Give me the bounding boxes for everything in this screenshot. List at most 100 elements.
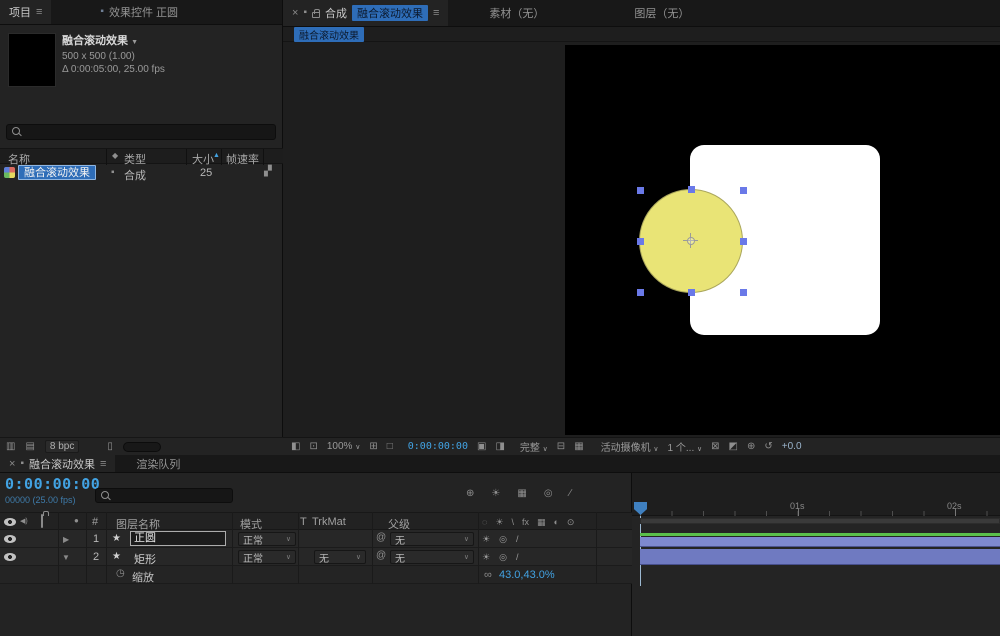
selection-handle[interactable] <box>740 289 747 296</box>
collapse-switch-icon[interactable]: ☀ <box>482 552 490 563</box>
tab-effect-controls[interactable]: ▪ 效果控件 正圆 <box>91 0 187 24</box>
new-folder-icon[interactable]: ▤ <box>25 442 34 452</box>
always-preview-icon[interactable]: ◧ <box>291 442 300 452</box>
panel-menu-icon[interactable]: ≡ <box>433 7 439 19</box>
visibility-toggle-icon[interactable] <box>4 535 16 543</box>
composition-frame[interactable] <box>565 45 1000 435</box>
tab-project[interactable]: 项目 ≡ <box>0 0 51 24</box>
selection-handle[interactable] <box>688 289 695 296</box>
trash-icon[interactable]: ▯ <box>107 442 113 452</box>
tab-timeline-comp[interactable]: × ▪ 融合滚动效果 ≡ <box>0 455 115 472</box>
viewer-timecode[interactable]: 0:00:00:00 <box>408 441 468 452</box>
comp-flowchart-icon[interactable]: ⊕ <box>466 489 474 499</box>
project-search-input[interactable] <box>6 124 276 140</box>
tab-render-queue[interactable]: 渲染队列 <box>127 455 189 472</box>
draft-3d-icon[interactable]: ☀ <box>491 489 500 499</box>
frame-blend-icon[interactable]: ▦ <box>517 489 526 499</box>
reset-exposure-icon[interactable]: ↺ <box>764 442 772 452</box>
column-t[interactable]: T <box>300 516 307 528</box>
tab-composition[interactable]: × ▪ 合成 融合滚动效果 ≡ <box>283 0 448 26</box>
selection-handle[interactable] <box>740 187 747 194</box>
quality-icon[interactable]: \ <box>511 517 514 528</box>
property-value[interactable]: 43.0,43.0% <box>499 569 555 581</box>
exposure-value[interactable]: +0.0 <box>782 441 802 452</box>
main-viewer-icon[interactable]: ⊡ <box>309 442 317 452</box>
snapshot-icon[interactable]: ▣ <box>477 442 486 452</box>
close-icon[interactable]: × <box>9 458 15 470</box>
work-area-bar[interactable] <box>640 518 1000 524</box>
transparency-grid-icon[interactable]: ▦ <box>574 442 583 452</box>
label-swatch-icon[interactable]: ▪ <box>111 168 115 178</box>
tab-layer[interactable]: 图层（无） <box>625 0 698 26</box>
time-ruler[interactable]: 01s 02s <box>632 473 1000 516</box>
effects-icon[interactable]: fx <box>522 517 529 528</box>
layer-bar-2[interactable] <box>640 549 1000 565</box>
blend-mode-dropdown[interactable]: 正常 ∨ <box>238 550 296 564</box>
parent-dropdown[interactable]: 无 ∨ <box>390 532 474 546</box>
trkmat-dropdown[interactable]: 无 ∨ <box>314 550 366 564</box>
layer-bar-1[interactable] <box>640 537 1000 547</box>
stopwatch-icon[interactable]: ◷ <box>116 569 125 579</box>
expand-icon[interactable]: ▼ <box>62 553 70 562</box>
motion-blur-switch-icon[interactable]: ◎ <box>499 552 507 563</box>
collapse-switch-icon[interactable]: ☀ <box>482 534 490 545</box>
shy-icon[interactable]: ◌ <box>482 517 487 528</box>
expand-icon[interactable]: ▶ <box>63 535 69 544</box>
collapse-icon[interactable]: ☀ <box>495 517 503 528</box>
project-item-name[interactable]: 融合滚动效果 <box>18 165 96 180</box>
quality-switch-icon[interactable]: / <box>516 552 519 563</box>
adjustment-layer-icon[interactable]: ◐ <box>553 517 558 528</box>
selection-handle[interactable] <box>637 187 644 194</box>
panel-menu-icon[interactable]: ≡ <box>36 6 42 18</box>
column-number[interactable]: # <box>92 516 98 528</box>
anchor-point-icon[interactable] <box>683 233 698 248</box>
selection-handle[interactable] <box>637 289 644 296</box>
selection-handle[interactable] <box>637 238 644 245</box>
quality-switch-icon[interactable]: / <box>516 534 519 545</box>
comp-thumbnail[interactable] <box>8 33 56 87</box>
channels-icon[interactable]: ◨ <box>495 442 504 452</box>
comp-navigator-item[interactable]: 融合滚动效果 <box>294 27 364 42</box>
zoom-control[interactable]: 100% ∨ <box>327 441 360 452</box>
resolution-dropdown[interactable]: 完整 ∨ <box>520 439 548 454</box>
viewer-canvas[interactable] <box>283 42 1000 437</box>
timeline-search-input[interactable] <box>95 488 233 503</box>
close-icon[interactable]: × <box>292 7 298 19</box>
layer-row-2[interactable]: ▼ 2 ★ 矩形 正常 ∨ 无 ∨ @ 无 ∨ <box>0 548 632 566</box>
selection-handle[interactable] <box>740 238 747 245</box>
layer-row-1[interactable]: ▶ 1 ★ 正圆 正常 ∨ @ 无 ∨ ☀ <box>0 530 632 548</box>
column-trkmat[interactable]: TrkMat <box>312 516 346 528</box>
frame-blend-column-icon[interactable]: ▦ <box>537 517 546 528</box>
current-timecode[interactable]: 0:00:00:00 <box>5 475 100 493</box>
timeline-button-icon[interactable]: ⊕ <box>747 442 755 452</box>
graph-editor-icon[interactable]: ∕ <box>570 489 572 499</box>
fast-preview-icon[interactable]: ◩ <box>729 442 738 452</box>
blend-mode-dropdown[interactable]: 正常 ∨ <box>238 532 296 546</box>
lock-icon[interactable] <box>312 12 320 18</box>
3d-layer-icon[interactable]: ⊙ <box>567 517 575 528</box>
camera-dropdown[interactable]: 活动摄像机 ∨ <box>601 439 659 454</box>
grid-guides-icon[interactable]: ⊞ <box>369 442 377 452</box>
tab-footage[interactable]: 素材（无） <box>480 0 553 26</box>
layer-name-edit-box[interactable]: 正圆 <box>130 531 226 546</box>
comp-info-name-row[interactable]: 融合滚动效果 ▼ <box>62 32 165 48</box>
property-row-scale[interactable]: ◷ 缩放 ∞ 43.0,43.0% <box>0 566 632 584</box>
interpret-footage-icon[interactable]: ▥ <box>6 442 15 452</box>
view-layout-dropdown[interactable]: 1 个... ∨ <box>668 439 703 454</box>
pixel-aspect-icon[interactable]: ⊠ <box>711 442 719 452</box>
constrain-link-icon[interactable]: ∞ <box>484 569 492 581</box>
selection-handle[interactable] <box>688 186 695 193</box>
project-item-row[interactable]: 融合滚动效果 ▪ 合成 25 ▞ <box>0 165 283 181</box>
layer-name[interactable]: 矩形 <box>134 551 156 567</box>
motion-blur-switch-icon[interactable]: ◎ <box>499 534 507 545</box>
pickwhip-icon[interactable]: @ <box>376 533 386 543</box>
mask-visibility-icon[interactable]: □ <box>387 442 393 452</box>
visibility-toggle-icon[interactable] <box>4 553 16 561</box>
motion-blur-icon[interactable]: ◎ <box>544 489 553 499</box>
sort-ascending-icon[interactable]: ▲ <box>213 152 220 159</box>
parent-dropdown[interactable]: 无 ∨ <box>390 550 474 564</box>
property-name[interactable]: 缩放 <box>132 569 154 585</box>
bpc-button[interactable]: 8 bpc <box>45 440 79 453</box>
panel-menu-icon[interactable]: ≡ <box>100 458 106 470</box>
pickwhip-icon[interactable]: @ <box>376 551 386 561</box>
